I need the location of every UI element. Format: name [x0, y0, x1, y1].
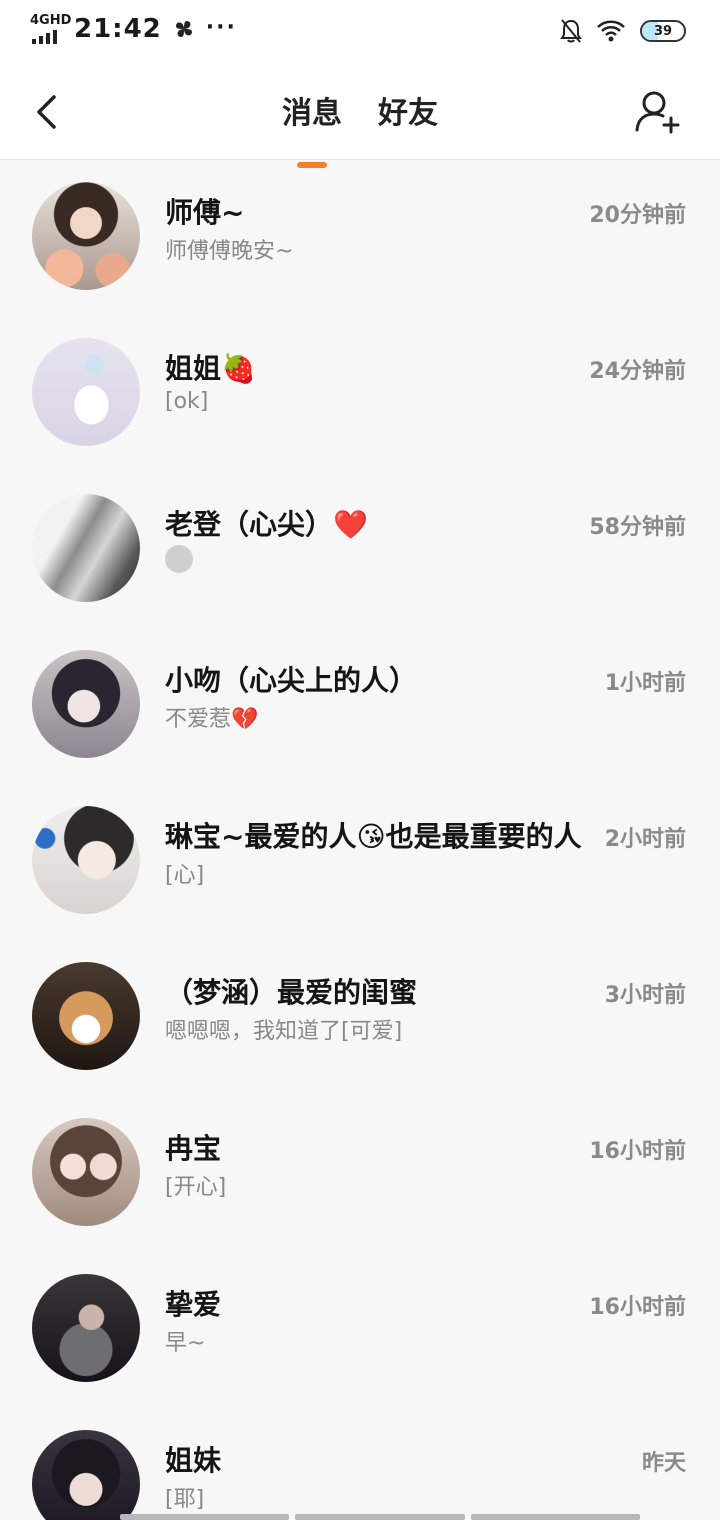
- contact-name: 师傅~: [165, 196, 245, 229]
- tab-messages[interactable]: 消息: [282, 88, 342, 168]
- top-nav-header: 消息 好友: [0, 64, 720, 168]
- message-time: 24分钟前: [589, 359, 686, 384]
- message-time: 3小时前: [604, 983, 686, 1008]
- contact-name: （梦涵）最爱的闺蜜: [165, 976, 418, 1009]
- smiley-emoji-icon: [165, 545, 193, 573]
- wifi-icon: [597, 20, 625, 42]
- contact-name: 挚爱: [165, 1288, 222, 1321]
- message-time: 1小时前: [604, 671, 686, 696]
- message-preview: [开心]: [165, 1175, 227, 1200]
- message-preview: [耶]: [165, 1487, 205, 1512]
- message-preview: [165, 545, 193, 573]
- conversation-row[interactable]: 师傅~ 师傅傅晚安~ 20分钟前: [0, 161, 720, 317]
- message-preview: 嗯嗯嗯，我知道了[可爱]: [165, 1019, 403, 1044]
- add-friend-icon: [635, 91, 680, 134]
- avatar[interactable]: [32, 1430, 140, 1520]
- conversation-row[interactable]: 冉宝 [开心] 16小时前: [0, 1097, 720, 1253]
- avatar[interactable]: [32, 962, 140, 1070]
- more-notifications: ···: [205, 14, 237, 40]
- message-preview: [心]: [165, 863, 205, 888]
- battery-icon: 39: [640, 20, 686, 42]
- tab-bar: 消息 好友: [0, 88, 720, 168]
- avatar[interactable]: [32, 1274, 140, 1382]
- conversation-row[interactable]: 琳宝~最爱的人😘也是最重要的人 [心] 2小时前: [0, 785, 720, 941]
- message-time: 20分钟前: [589, 203, 686, 228]
- message-time: 58分钟前: [589, 515, 686, 540]
- conversation-row[interactable]: 老登（心尖）❤️ 58分钟前: [0, 473, 720, 629]
- network-type: 4GHD: [30, 13, 72, 28]
- avatar[interactable]: [32, 1118, 140, 1226]
- message-preview: 不爱惹💔: [165, 707, 259, 732]
- message-time: 2小时前: [604, 827, 686, 852]
- conversation-row[interactable]: 小吻（心尖上的人） 不爱惹💔 1小时前: [0, 629, 720, 785]
- contact-name: 小吻（心尖上的人）: [165, 664, 418, 697]
- contact-name: 姐妹: [165, 1444, 222, 1477]
- add-friend-button[interactable]: [634, 88, 682, 136]
- message-time: 16小时前: [589, 1139, 686, 1164]
- status-time: 21:42: [74, 14, 162, 44]
- status-bar: 4GHD 21:42 ··· 39: [0, 0, 720, 64]
- bottom-scroll-indicator: [0, 1514, 720, 1520]
- battery-level: 39: [653, 23, 673, 39]
- avatar[interactable]: [32, 650, 140, 758]
- avatar[interactable]: [32, 494, 140, 602]
- message-preview: 师傅傅晚安~: [165, 239, 294, 264]
- avatar[interactable]: [32, 338, 140, 446]
- conversation-row[interactable]: 姐妹 [耶] 昨天: [0, 1409, 720, 1520]
- conversation-row[interactable]: 挚爱 早~ 16小时前: [0, 1253, 720, 1409]
- contact-name: 姐姐🍓: [165, 352, 256, 385]
- fan-icon: [175, 21, 192, 37]
- avatar[interactable]: [32, 182, 140, 290]
- message-preview: [ok]: [165, 389, 209, 414]
- contact-name: 冉宝: [165, 1132, 222, 1165]
- message-preview: 早~: [165, 1331, 206, 1356]
- contact-name: 琳宝~最爱的人😘也是最重要的人: [165, 820, 582, 853]
- conversation-row[interactable]: 姐姐🍓 [ok] 24分钟前: [0, 317, 720, 473]
- cellular-signal-icon: 4GHD: [30, 14, 71, 44]
- tab-friends[interactable]: 好友: [378, 88, 438, 142]
- conversation-row[interactable]: （梦涵）最爱的闺蜜 嗯嗯嗯，我知道了[可爱] 3小时前: [0, 941, 720, 1097]
- contact-name: 老登（心尖）❤️: [165, 508, 368, 541]
- message-time: 16小时前: [589, 1295, 686, 1320]
- tab-messages-label: 消息: [282, 96, 342, 131]
- mute-bell-icon: [560, 19, 582, 43]
- tab-friends-label: 好友: [378, 96, 438, 131]
- message-time: 昨天: [641, 1451, 686, 1476]
- conversation-list: 师傅~ 师傅傅晚安~ 20分钟前 姐姐🍓 [ok] 24分钟前 老登（心尖）❤️…: [0, 161, 720, 1520]
- avatar[interactable]: [32, 806, 140, 914]
